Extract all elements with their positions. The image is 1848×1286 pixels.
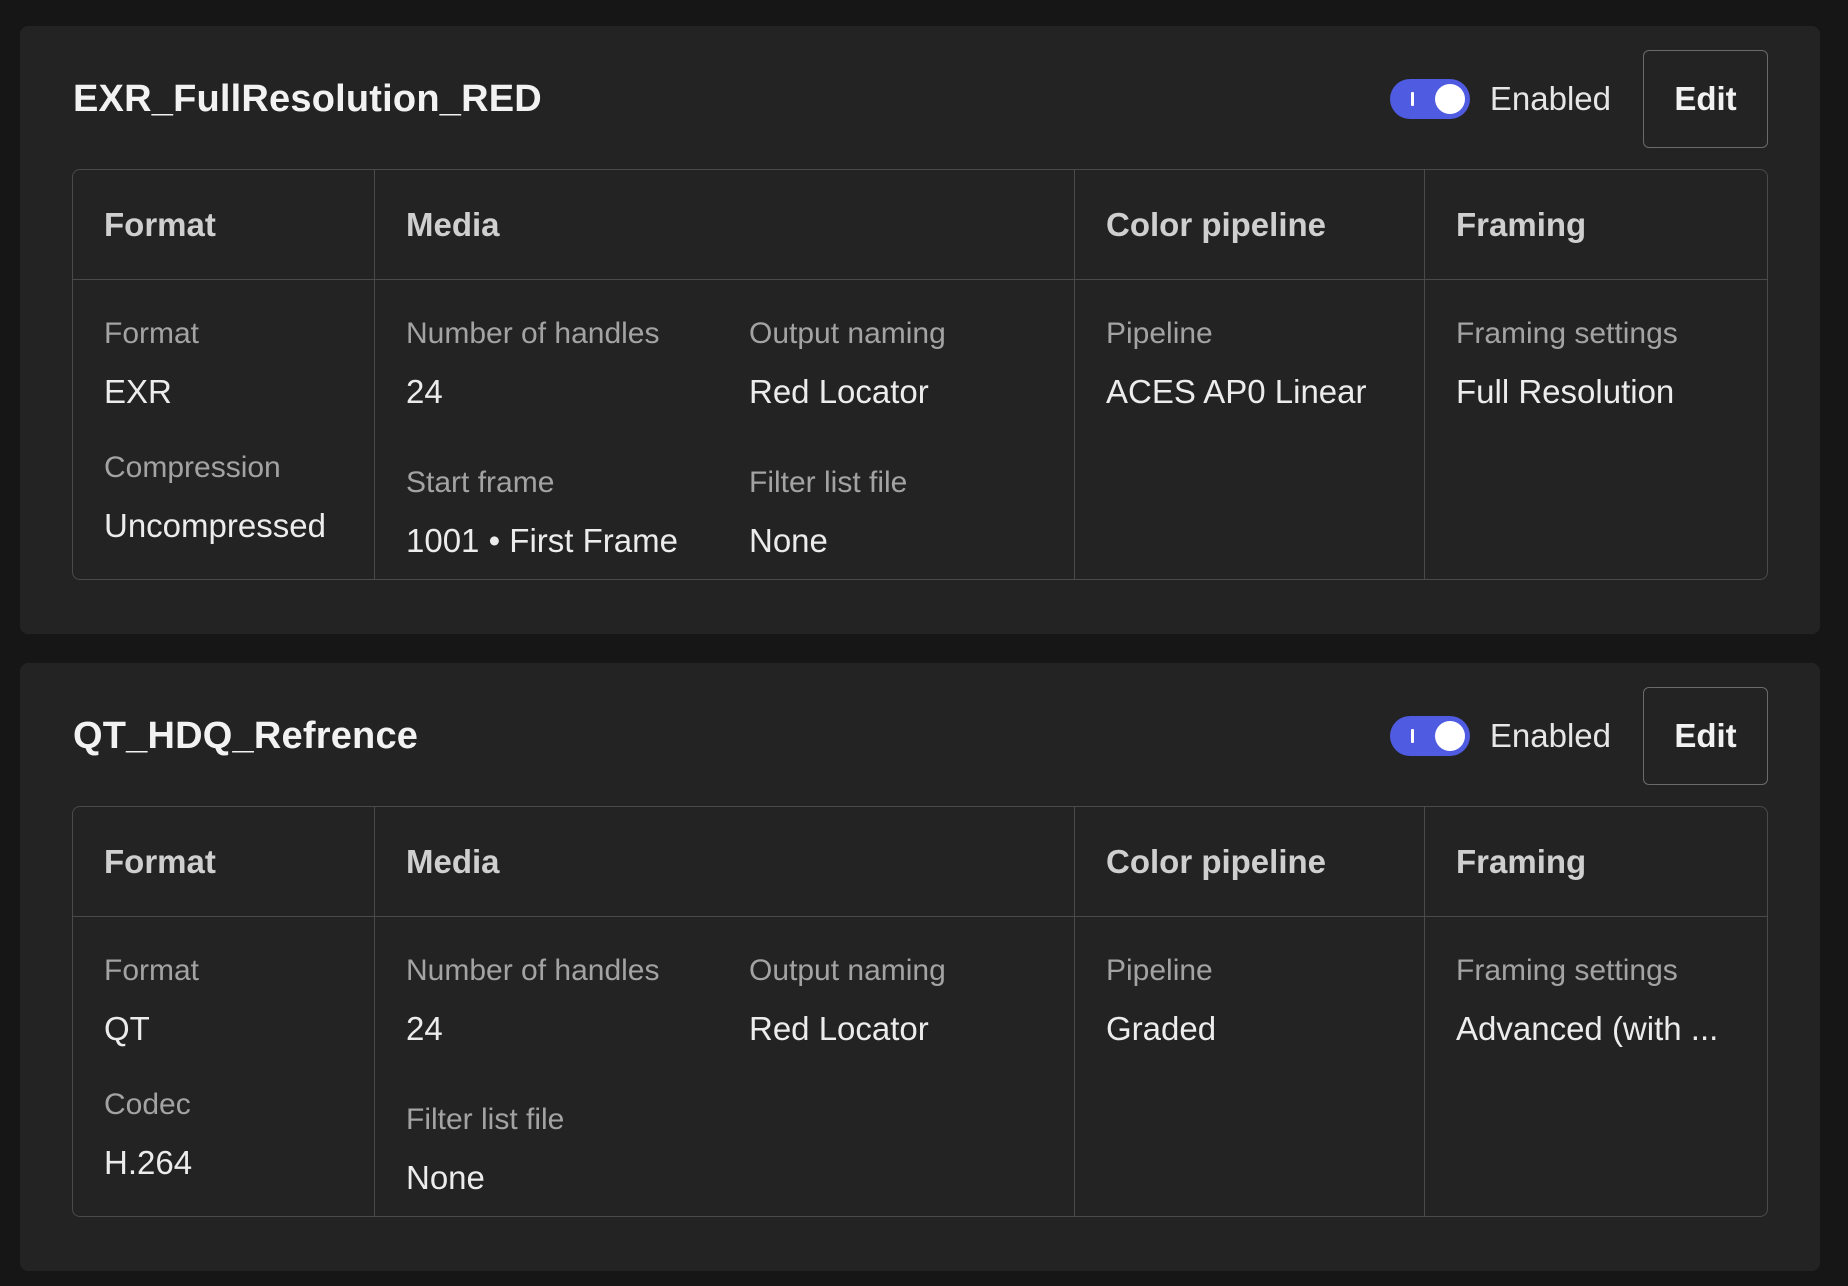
pipeline-label: Pipeline xyxy=(1106,317,1213,350)
codec-label: Codec xyxy=(104,1088,191,1121)
preset-header: QT_HDQ_Refrence Enabled Edit xyxy=(73,686,1768,786)
compression-label: Compression xyxy=(104,451,281,484)
framing-settings-field: Framing settings Full Resolution xyxy=(1456,314,1767,416)
format-column: Format EXR Compression Uncompressed xyxy=(73,280,375,579)
color-pipeline-column: Pipeline ACES AP0 Linear xyxy=(1075,280,1425,579)
format-column: Format QT Codec H.264 xyxy=(73,917,375,1216)
format-column-header: Format xyxy=(73,807,375,917)
enabled-label: Enabled xyxy=(1489,80,1611,117)
preset-card: EXR_FullResolution_RED Enabled Edit Form… xyxy=(20,26,1820,634)
enabled-toggle-group: Enabled xyxy=(1389,79,1611,119)
handles-label: Number of handles xyxy=(406,954,660,987)
export-presets-page: EXR_FullResolution_RED Enabled Edit Form… xyxy=(0,0,1848,1286)
color-pipeline-column-header: Color pipeline xyxy=(1075,170,1425,280)
toggle-knob xyxy=(1434,721,1465,751)
framing-settings-value: Full Resolution xyxy=(1456,373,1675,410)
start-frame-label: Start frame xyxy=(406,465,555,499)
framing-settings-label: Framing settings xyxy=(1456,317,1678,350)
format-field: Format EXR xyxy=(104,314,374,416)
output-naming-value: Red Locator xyxy=(749,1010,929,1047)
output-naming-field: Output naming Red Locator xyxy=(749,951,1074,1068)
enabled-label: Enabled xyxy=(1489,717,1611,754)
preset-title: EXR_FullResolution_RED xyxy=(73,77,542,120)
filter-list-label: Filter list file xyxy=(406,1102,565,1136)
framing-settings-field: Framing settings Advanced (with ... xyxy=(1456,951,1767,1053)
preset-header: EXR_FullResolution_RED Enabled Edit xyxy=(73,49,1768,149)
edit-button[interactable]: Edit xyxy=(1643,50,1768,148)
output-naming-label: Output naming xyxy=(749,954,946,987)
filter-list-value: None xyxy=(406,1158,485,1196)
pipeline-value: Graded xyxy=(1106,1010,1217,1047)
pipeline-value: ACES AP0 Linear xyxy=(1106,373,1367,410)
handles-value: 24 xyxy=(406,373,443,410)
pipeline-label: Pipeline xyxy=(1106,954,1213,987)
preset-details-table: Format Media Color pipeline Framing Form… xyxy=(72,169,1768,580)
output-naming-field: Output naming Red Locator xyxy=(749,314,1074,431)
color-pipeline-column: Pipeline Graded xyxy=(1075,917,1425,1216)
filter-list-value: None xyxy=(749,521,828,559)
start-frame-value: 1001 • First Frame xyxy=(406,521,678,559)
format-value: QT xyxy=(104,1010,150,1047)
toggle-on-indicator-icon xyxy=(1410,729,1414,743)
enabled-toggle[interactable] xyxy=(1389,716,1470,756)
edit-button[interactable]: Edit xyxy=(1643,687,1768,785)
handles-field: Number of handles 24 xyxy=(406,951,749,1068)
toggle-on-indicator-icon xyxy=(1410,92,1414,106)
handles-label: Number of handles xyxy=(406,317,660,350)
color-pipeline-column-header: Color pipeline xyxy=(1075,807,1425,917)
media-column-header: Media xyxy=(375,807,1075,917)
format-label: Format xyxy=(104,317,200,350)
framing-column: Framing settings Advanced (with ... xyxy=(1425,917,1767,1216)
pipeline-field: Pipeline ACES AP0 Linear xyxy=(1106,314,1424,416)
preset-details-table: Format Media Color pipeline Framing Form… xyxy=(72,806,1768,1217)
framing-column-header: Framing xyxy=(1425,807,1767,917)
media-column: Number of handles 24 Output naming Red L… xyxy=(375,280,1075,579)
framing-column: Framing settings Full Resolution xyxy=(1425,280,1767,579)
compression-field: Compression Uncompressed xyxy=(104,448,374,550)
output-naming-value: Red Locator xyxy=(749,373,929,410)
format-field: Format QT xyxy=(104,951,374,1053)
handles-value: 24 xyxy=(406,1010,443,1047)
preset-card: QT_HDQ_Refrence Enabled Edit Format Medi… xyxy=(20,663,1820,1271)
framing-settings-label: Framing settings xyxy=(1456,954,1678,987)
media-column-header: Media xyxy=(375,170,1075,280)
output-naming-label: Output naming xyxy=(749,317,946,350)
filter-list-field: Filter list file None xyxy=(406,1100,749,1217)
handles-field: Number of handles 24 xyxy=(406,314,749,431)
format-column-header: Format xyxy=(73,170,375,280)
framing-column-header: Framing xyxy=(1425,170,1767,280)
codec-field: Codec H.264 xyxy=(104,1085,374,1187)
toggle-knob xyxy=(1434,84,1465,114)
format-value: EXR xyxy=(104,373,172,410)
filter-list-field: Filter list file None xyxy=(749,463,1074,580)
filter-list-label: Filter list file xyxy=(749,465,908,499)
enabled-toggle[interactable] xyxy=(1389,79,1470,119)
pipeline-field: Pipeline Graded xyxy=(1106,951,1424,1053)
preset-title: QT_HDQ_Refrence xyxy=(73,714,419,757)
enabled-toggle-group: Enabled xyxy=(1389,716,1611,756)
media-column: Number of handles 24 Output naming Red L… xyxy=(375,917,1075,1216)
framing-settings-value: Advanced (with ... xyxy=(1456,1010,1719,1047)
start-frame-field: Start frame 1001 • First Frame xyxy=(406,463,749,580)
codec-value: H.264 xyxy=(104,1144,193,1181)
compression-value: Uncompressed xyxy=(104,507,326,544)
format-label: Format xyxy=(104,954,200,987)
